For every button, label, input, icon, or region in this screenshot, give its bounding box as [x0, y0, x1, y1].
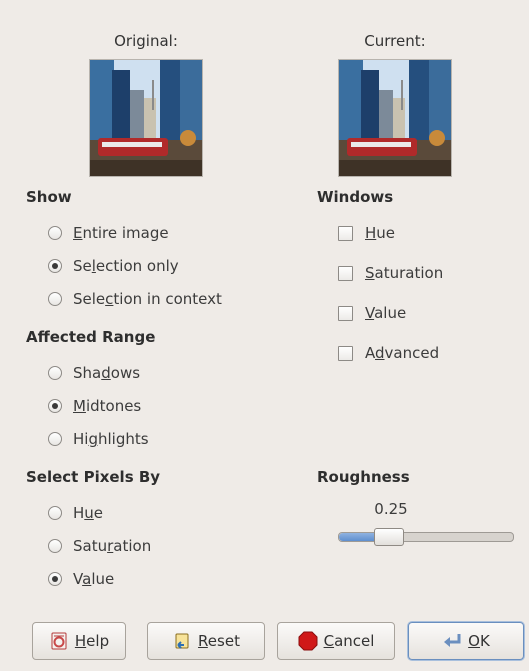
ok-button[interactable]: OK [408, 622, 524, 660]
checkbox[interactable] [338, 265, 353, 281]
roughness-heading: Roughness [317, 468, 410, 486]
windows-option-hue[interactable]: Hue [338, 222, 443, 244]
show-option-selection-in-context[interactable]: Selection in context [48, 288, 222, 310]
option-label: Entire image [73, 224, 169, 242]
windows-option-value[interactable]: Value [338, 302, 443, 324]
current-preview-image [338, 59, 452, 177]
radio-button[interactable] [48, 539, 62, 553]
option-label: Value [365, 304, 407, 322]
roughness-value: 0.25 [374, 500, 408, 518]
option-label: Hue [365, 224, 396, 242]
affected-range-heading: Affected Range [26, 328, 156, 346]
checkbox[interactable] [338, 345, 353, 361]
option-label: Advanced [365, 344, 440, 362]
reset-icon [175, 633, 189, 649]
windows-option-saturation[interactable]: Saturation [338, 262, 443, 284]
show-option-entire-image[interactable]: Entire image [48, 222, 222, 244]
radio-button-checked[interactable] [48, 399, 62, 413]
checkbox[interactable] [338, 225, 353, 241]
pixels-option-value[interactable]: Value [48, 568, 151, 590]
windows-heading: Windows [317, 188, 394, 206]
cancel-button[interactable]: Cancel [277, 622, 395, 660]
stop-icon [298, 631, 318, 651]
help-button[interactable]: Help [32, 622, 126, 660]
radio-button-checked[interactable] [48, 259, 62, 273]
option-label: Highlights [73, 430, 149, 448]
ok-label: OK [468, 632, 490, 650]
option-label: Saturation [365, 264, 444, 282]
option-label: Midtones [73, 397, 142, 415]
radio-button-checked[interactable] [48, 572, 62, 586]
roughness-slider-handle[interactable] [374, 528, 404, 546]
radio-button[interactable] [48, 226, 62, 240]
show-heading: Show [26, 188, 72, 206]
range-option-highlights[interactable]: Highlights [48, 428, 149, 450]
help-icon [51, 632, 67, 650]
original-preview-image [89, 59, 203, 177]
current-caption: Current: [364, 32, 426, 50]
checkbox[interactable] [338, 305, 353, 321]
option-label: Saturation [73, 537, 152, 555]
option-label: Selection only [73, 257, 179, 275]
option-label: Selection in context [73, 290, 222, 308]
help-label: Help [74, 632, 110, 650]
radio-button[interactable] [48, 366, 62, 380]
option-label: Hue [73, 504, 104, 522]
range-option-midtones[interactable]: Midtones [48, 395, 149, 417]
windows-option-advanced[interactable]: Advanced [338, 342, 443, 364]
radio-button[interactable] [48, 506, 62, 520]
radio-button[interactable] [48, 292, 62, 306]
affected-range-radio-group: Shadows Midtones Highlights [48, 362, 149, 450]
original-caption: Original: [114, 32, 178, 50]
option-label: Value [73, 570, 115, 588]
option-label: Shadows [73, 364, 141, 382]
pixels-option-hue[interactable]: Hue [48, 502, 151, 524]
windows-checkbox-group: Hue Saturation Value Advanced [338, 222, 443, 364]
cancel-label: Cancel [323, 632, 375, 650]
range-option-shadows[interactable]: Shadows [48, 362, 149, 384]
select-pixels-by-heading: Select Pixels By [26, 468, 161, 486]
reset-label: Reset [198, 632, 240, 650]
pixels-option-saturation[interactable]: Saturation [48, 535, 151, 557]
show-radio-group: Entire image Selection only Selection in… [48, 222, 222, 310]
roughness-slider-track[interactable] [338, 532, 514, 542]
enter-arrow-icon [444, 634, 461, 647]
radio-button[interactable] [48, 432, 62, 446]
select-pixels-radio-group: Hue Saturation Value [48, 502, 151, 590]
show-option-selection-only[interactable]: Selection only [48, 255, 222, 277]
reset-button[interactable]: Reset [147, 622, 265, 660]
